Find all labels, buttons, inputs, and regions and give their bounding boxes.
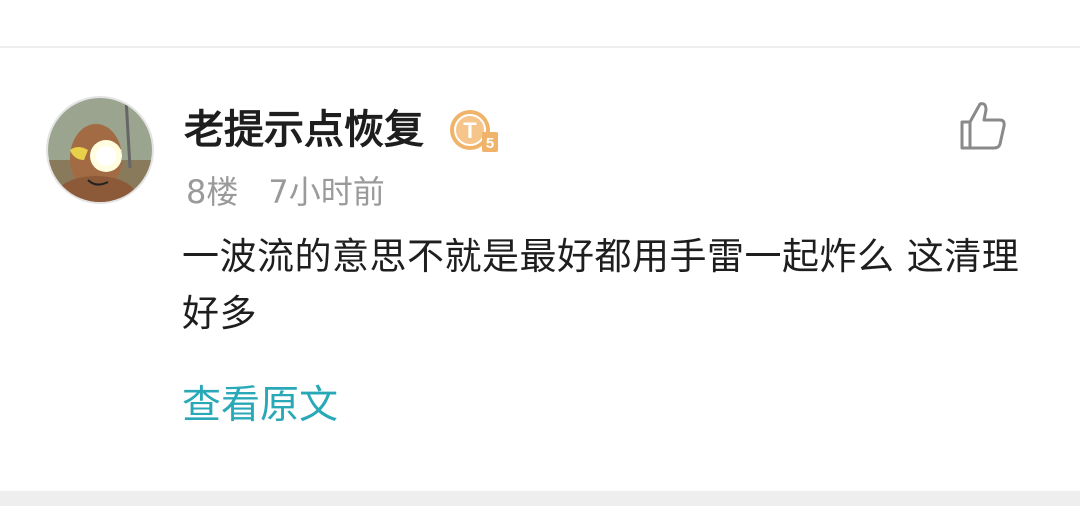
like-button[interactable] [954, 98, 1010, 154]
badge-level: 5 [486, 135, 494, 152]
badge-letter: T [463, 118, 477, 143]
view-original-link[interactable]: 查看原文 [182, 380, 338, 432]
avatar-image [48, 98, 152, 202]
comment-page: 老提示点恢复 T 5 8楼 7小时前 一波流的意思不就是最好都用手雷一起炸么 这清… [0, 0, 1080, 506]
thumbs-up-icon [960, 102, 1006, 150]
comment-meta: 8楼 7小时前 [186, 170, 385, 214]
username[interactable]: 老提示点恢复 [184, 104, 424, 156]
comment-text: 一波流的意思不就是最好都用手雷一起炸么 这清理好多 [182, 235, 1020, 335]
avatar[interactable] [46, 96, 154, 204]
timestamp: 7小时前 [268, 173, 385, 211]
floor-number: 8楼 [186, 173, 239, 211]
top-divider [0, 46, 1080, 48]
level-badge-icon: T 5 [448, 106, 502, 154]
bottom-separator [0, 491, 1080, 506]
